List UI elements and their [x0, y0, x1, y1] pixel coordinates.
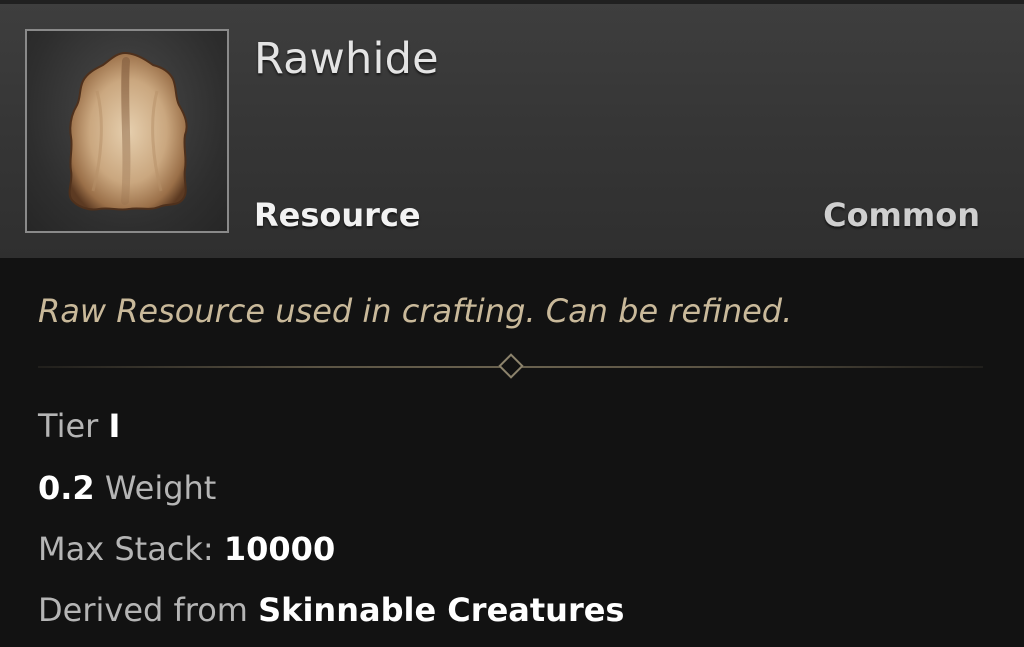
header-top-border	[0, 0, 1024, 4]
stat-tier: Tier I	[38, 407, 120, 445]
weight-value: 0.2	[38, 469, 95, 507]
item-type: Resource	[254, 196, 421, 234]
weight-label: Weight	[104, 469, 217, 507]
item-tooltip: Rawhide Resource Common Raw Resource use…	[0, 0, 1024, 647]
tooltip-header: Rawhide Resource Common	[0, 0, 1024, 258]
stat-weight: 0.2 Weight	[38, 469, 216, 507]
item-rarity: Common	[823, 196, 980, 234]
derived-from-value: Skinnable Creatures	[258, 591, 625, 629]
item-icon-frame	[25, 29, 229, 233]
derived-from-label: Derived from	[38, 591, 248, 629]
item-description: Raw Resource used in crafting. Can be re…	[38, 292, 793, 330]
stat-derived-from: Derived from Skinnable Creatures	[38, 591, 624, 629]
divider-diamond-icon	[498, 353, 524, 379]
rawhide-pelt-icon	[68, 51, 188, 211]
tier-value: I	[108, 407, 121, 445]
tier-label: Tier	[38, 407, 99, 445]
max-stack-value: 10000	[223, 530, 336, 568]
item-name: Rawhide	[254, 34, 439, 84]
max-stack-label: Max Stack:	[38, 530, 214, 568]
stat-max-stack: Max Stack: 10000	[38, 530, 335, 568]
